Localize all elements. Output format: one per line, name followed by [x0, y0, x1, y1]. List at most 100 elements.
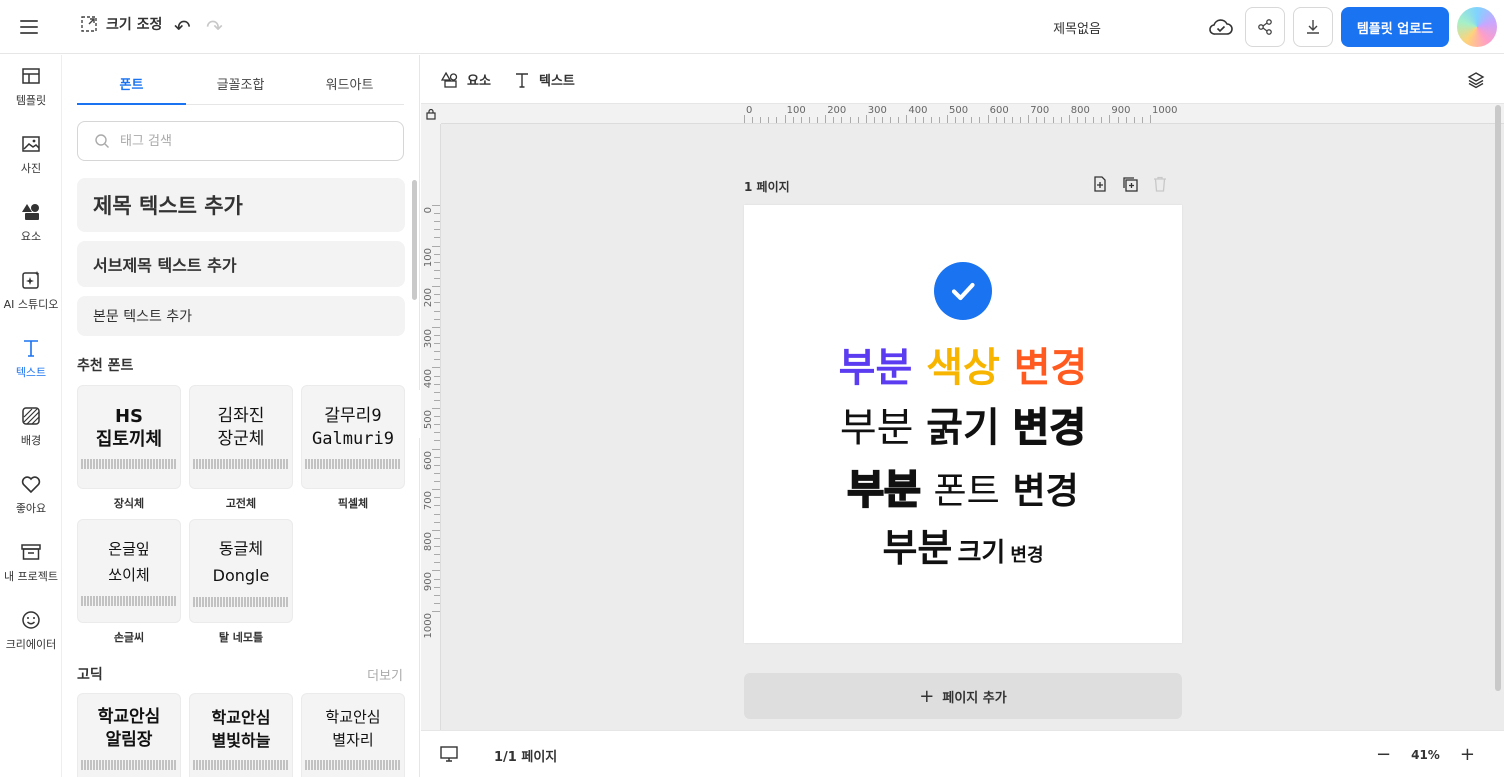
add-subtitle-text-button[interactable]: 서브제목 텍스트 추가: [77, 241, 405, 287]
nav-item-elements[interactable]: 요소: [0, 191, 62, 253]
tag-search[interactable]: [77, 121, 404, 161]
ruler-tick: [1093, 117, 1095, 123]
ruler-tick: [432, 489, 440, 491]
share-button[interactable]: [1245, 7, 1285, 47]
text-weight-line[interactable]: 부분 굵기 변경: [744, 395, 1182, 453]
ruler-tick: [434, 343, 440, 345]
presentation-icon[interactable]: [439, 745, 459, 763]
text-size-line[interactable]: 부분 크기 변경: [744, 517, 1182, 572]
design-page[interactable]: 부분 색상 변경 부분 굵기 변경 부분 폰트 변경 부분 크기 변경: [744, 205, 1182, 643]
ruler-tick: [434, 537, 440, 539]
ruler-tick: [434, 513, 440, 515]
nav-item-likes[interactable]: 좋아요: [0, 463, 62, 525]
ruler-tick: [1052, 117, 1054, 123]
avatar[interactable]: [1457, 7, 1497, 47]
zoom-out-icon[interactable]: −: [1376, 744, 1391, 765]
search-input[interactable]: [120, 133, 380, 149]
tab-fonts[interactable]: 폰트: [77, 67, 186, 105]
font-category-label: 픽셀체: [337, 497, 369, 510]
zoom-in-icon[interactable]: +: [1460, 744, 1475, 765]
undo-icon[interactable]: ↶: [174, 15, 191, 39]
font-card[interactable]: 김좌진 장군체: [189, 385, 293, 489]
ruler-tick: [930, 117, 932, 123]
elements-button[interactable]: 요소: [441, 70, 491, 89]
word-font: 폰트: [933, 471, 1000, 512]
font-card[interactable]: 동글체 Dongle: [189, 519, 293, 623]
ruler-tick: [1085, 117, 1087, 123]
font-card[interactable]: 온글잎 쏘이체: [77, 519, 181, 623]
ruler-label: 500: [423, 410, 434, 430]
ruler-tick: [434, 221, 440, 223]
lock-icon: [426, 108, 436, 120]
ruler-tick: [1036, 117, 1038, 123]
font-card[interactable]: 학교안심 알림장: [77, 693, 181, 777]
nav-item-my-projects[interactable]: 내 프로젝트: [0, 531, 62, 593]
duplicate-page-icon[interactable]: [1121, 175, 1139, 193]
nav-item-ai-studio[interactable]: AI 스튜디오: [0, 259, 62, 321]
tab-font-combos[interactable]: 글꼴조합: [186, 67, 295, 104]
check-circle-icon[interactable]: [934, 262, 992, 320]
text-button[interactable]: 텍스트: [513, 70, 575, 89]
layers-icon[interactable]: [1466, 70, 1486, 90]
ruler-label: 400: [908, 105, 928, 116]
ruler-tick: [744, 115, 745, 123]
text-color-line[interactable]: 부분 색상 변경: [744, 335, 1182, 393]
elements-label: 요소: [467, 74, 491, 89]
ruler-tick: [434, 237, 440, 239]
resize-button[interactable]: 크기 조정: [80, 14, 162, 34]
add-page-button[interactable]: + 페이지 추가: [744, 673, 1182, 719]
ruler-lock[interactable]: [421, 104, 441, 124]
font-sample-desc: [193, 459, 289, 469]
nav-item-template[interactable]: 템플릿: [0, 55, 62, 117]
ruler-label: 700: [423, 491, 434, 511]
add-body-text-button[interactable]: 본문 텍스트 추가: [77, 296, 405, 336]
text-font-line[interactable]: 부분 폰트 변경: [744, 457, 1182, 515]
menu-icon[interactable]: [18, 16, 40, 38]
ruler-tick: [938, 117, 940, 123]
add-page-icon[interactable]: [1091, 175, 1109, 193]
word-color: 색상: [926, 345, 1000, 391]
redo-icon[interactable]: ↷: [206, 15, 223, 39]
font-category-label: 탈 네모틀: [218, 631, 264, 644]
ruler-tick: [833, 117, 835, 123]
ruler-tick: [434, 278, 440, 280]
top-bar: 크기 조정 ↶ ↷ 제목없음 템플릿 업로드: [0, 0, 1504, 54]
nav-label-background: 배경: [20, 433, 42, 447]
panel-scrollbar[interactable]: [412, 180, 417, 300]
font-category-label: 장식체: [113, 497, 145, 510]
ruler-tick: [434, 269, 440, 271]
cloud-saved-icon[interactable]: [1208, 16, 1234, 38]
font-card[interactable]: 학교안심 별자리: [301, 693, 405, 777]
ruler-tick: [434, 481, 440, 483]
nav-label-likes: 좋아요: [15, 501, 47, 515]
download-button[interactable]: [1293, 7, 1333, 47]
ruler-tick: [434, 594, 440, 596]
font-card[interactable]: HS 집토끼체: [77, 385, 181, 489]
ruler-tick: [784, 115, 786, 123]
font-card[interactable]: 갈무리9 Galmuri9: [301, 385, 405, 489]
upload-template-button[interactable]: 템플릿 업로드: [1341, 7, 1449, 47]
nav-item-photo[interactable]: 사진: [0, 123, 62, 185]
document-title[interactable]: 제목없음: [1040, 18, 1114, 37]
nav-item-text[interactable]: 텍스트: [0, 327, 62, 389]
zoom-level[interactable]: 41%: [1411, 748, 1440, 762]
ruler-tick: [1141, 117, 1143, 123]
gothic-fonts-title: 고딕: [77, 667, 103, 683]
ruler-tick: [857, 117, 859, 123]
ruler-tick: [1133, 117, 1135, 123]
more-link[interactable]: 더보기: [367, 665, 403, 684]
ruler-label: 0: [746, 105, 753, 116]
tab-wordart[interactable]: 워드아트: [295, 67, 404, 104]
ruler-label: 100: [423, 247, 434, 267]
add-title-text-button[interactable]: 제목 텍스트 추가: [77, 178, 405, 232]
text-panel: 폰트 글꼴조합 워드아트 제목 텍스트 추가 서브제목 텍스트 추가 본문 텍스…: [62, 55, 420, 777]
ruler-tick: [906, 115, 908, 123]
font-card[interactable]: 학교안심 별빛하늘: [189, 693, 293, 777]
ruler-tick: [434, 602, 440, 604]
ruler-tick: [434, 416, 440, 418]
delete-page-icon[interactable]: [1151, 175, 1169, 193]
canvas-scrollbar[interactable]: [1495, 105, 1501, 691]
nav-item-creator[interactable]: 크리에이터: [0, 599, 62, 661]
page-indicator[interactable]: 1/1 페이지: [494, 746, 557, 765]
nav-item-background[interactable]: 배경: [0, 395, 62, 457]
